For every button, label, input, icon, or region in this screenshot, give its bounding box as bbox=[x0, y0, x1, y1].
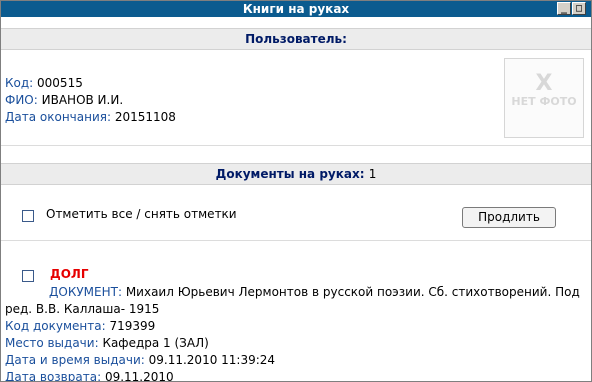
minimize-button[interactable]: _ bbox=[557, 2, 571, 15]
books-on-hand-window: Книги на руках _ □ Пользователь: Код: 00… bbox=[0, 0, 592, 382]
user-code-value: 000515 bbox=[37, 76, 83, 90]
title-bar[interactable]: Книги на руках _ □ bbox=[1, 1, 591, 17]
document-code-label: Код документа: bbox=[5, 319, 106, 333]
user-expiry-label: Дата окончания: bbox=[5, 110, 112, 124]
select-all-checkbox[interactable] bbox=[22, 210, 34, 222]
select-all-label[interactable]: Отметить все / снять отметки bbox=[46, 207, 237, 221]
user-code-row: Код: 000515 bbox=[5, 76, 83, 90]
user-name-row: ФИО: ИВАНОВ И.И. bbox=[5, 93, 123, 107]
documents-count: 1 bbox=[368, 167, 377, 181]
issue-datetime-label: Дата и время выдачи: bbox=[5, 353, 145, 367]
user-photo-placeholder: X НЕТ ФОТО bbox=[504, 58, 584, 138]
divider bbox=[1, 145, 591, 146]
document-details: ДОКУМЕНТ: Михаил Юрьевич Лермонтов в рус… bbox=[5, 284, 587, 382]
issue-place-label: Место выдачи: bbox=[5, 336, 99, 350]
window-title: Книги на руках bbox=[242, 2, 350, 16]
debt-status-label: ДОЛГ bbox=[50, 267, 89, 281]
issue-datetime-value: 09.11.2010 11:39:24 bbox=[148, 353, 276, 367]
return-date-label: Дата возврата: bbox=[5, 370, 102, 382]
user-code-label: Код: bbox=[5, 76, 34, 90]
user-section-header: Пользователь: bbox=[1, 28, 591, 50]
user-name-label: ФИО: bbox=[5, 93, 38, 107]
renew-button[interactable]: Продлить bbox=[462, 207, 556, 228]
document-checkbox[interactable] bbox=[22, 270, 34, 282]
no-photo-text: НЕТ ФОТО bbox=[511, 95, 577, 108]
user-section-title: Пользователь: bbox=[245, 32, 347, 46]
issue-place-value: Кафедра 1 (ЗАЛ) bbox=[102, 336, 209, 350]
documents-section-header: Документы на руках: 1 bbox=[1, 163, 591, 185]
document-label: ДОКУМЕНТ: bbox=[49, 285, 122, 299]
user-expiry-row: Дата окончания: 20151108 bbox=[5, 110, 176, 124]
user-expiry-value: 20151108 bbox=[114, 110, 176, 124]
divider bbox=[1, 240, 591, 241]
maximize-button[interactable]: □ bbox=[572, 2, 586, 15]
return-date-value: 09.11.2010 bbox=[104, 370, 174, 382]
user-name-value: ИВАНОВ И.И. bbox=[41, 93, 124, 107]
documents-section-title: Документы на руках: bbox=[215, 167, 365, 181]
no-photo-x-icon: X bbox=[535, 71, 553, 96]
document-code-value: 719399 bbox=[109, 319, 156, 333]
